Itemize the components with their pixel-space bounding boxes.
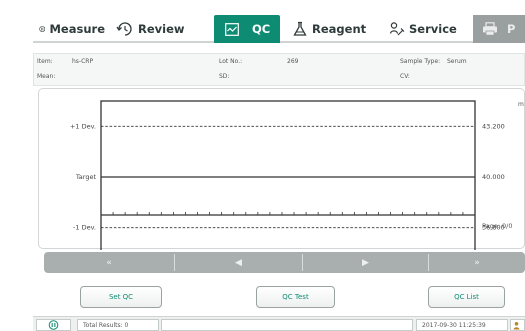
qc-info-panel: Item: hs-CRP Lot No.: 269 Sample Type: S…	[33, 53, 525, 86]
total-results: Total Results: 0	[77, 319, 159, 331]
tab-measure[interactable]: Measure	[35, 15, 105, 43]
lot-label: Lot No.:	[219, 58, 243, 65]
tab-review-label: Review	[138, 22, 185, 36]
qc-icon	[225, 22, 239, 36]
qc-test-button[interactable]: QC Test	[256, 286, 335, 308]
sd-label: SD:	[219, 73, 230, 80]
status-bar: Total Results: 0 2017-09-30 11:25:39	[33, 316, 525, 331]
x-axis-ticks	[100, 212, 476, 216]
first-page-button[interactable]: «	[44, 252, 174, 273]
page-navigation-bar: « ◀ ▶ »	[44, 252, 525, 273]
service-icon	[389, 22, 405, 36]
sample-type-value: Serum	[447, 58, 467, 65]
status-message-area	[161, 319, 413, 331]
status-datetime: 2017-09-30 11:25:39	[416, 319, 508, 331]
reference-line-value: 40.000	[482, 173, 505, 181]
reference-line-label: Target	[75, 173, 97, 181]
reagent-icon	[293, 21, 307, 36]
tab-measure-label: Measure	[49, 22, 105, 36]
set-qc-button[interactable]: Set QC	[80, 286, 162, 308]
item-label: Item:	[37, 58, 53, 65]
tab-reagent-label: Reagent	[312, 22, 367, 36]
last-page-button[interactable]: »	[429, 252, 525, 273]
tab-review[interactable]: Review	[110, 15, 212, 43]
review-icon	[116, 22, 132, 36]
cv-label: CV:	[400, 73, 410, 80]
reference-line-label: +1 Dev.	[70, 122, 96, 130]
tab-service-label: Service	[409, 22, 457, 36]
user-icon	[513, 321, 520, 329]
tab-printer-label: P	[507, 22, 516, 36]
status-home-cell[interactable]	[36, 319, 71, 331]
prev-page-button[interactable]: ◀	[175, 252, 302, 273]
measure-icon	[39, 26, 46, 32]
printer-icon	[483, 22, 497, 36]
lot-value: 269	[287, 58, 299, 65]
mean-label: Mean:	[37, 73, 56, 80]
qc-list-button[interactable]: QC List	[428, 286, 505, 308]
chart-page-indicator: Page: 0/0	[482, 222, 512, 230]
tab-service[interactable]: Service	[385, 15, 469, 43]
tab-printer: P	[473, 15, 525, 43]
main-tab-bar: Measure Review QC Reagent Service P	[33, 15, 525, 43]
levey-jennings-chart: +1 Dev. 43.200Target 40.000-1 Dev. 36.800 m…	[70, 100, 524, 250]
tab-reagent[interactable]: Reagent	[288, 15, 378, 43]
tab-qc-label: QC	[252, 22, 271, 36]
tab-qc[interactable]: QC	[214, 15, 280, 43]
chart-unit-label: m	[518, 101, 524, 108]
sample-type-label: Sample Type:	[400, 58, 441, 65]
home-icon	[48, 320, 59, 330]
next-page-button[interactable]: ▶	[303, 252, 428, 273]
status-indicator-cell	[510, 319, 525, 331]
qc-chart-panel: +1 Dev. 43.200 Target 40.000 -1 Dev. 36.800 m…	[38, 88, 525, 250]
item-value: hs-CRP	[72, 58, 94, 65]
reference-line-value: 43.200	[482, 122, 505, 130]
reference-line-label: -1 Dev.	[73, 224, 96, 232]
